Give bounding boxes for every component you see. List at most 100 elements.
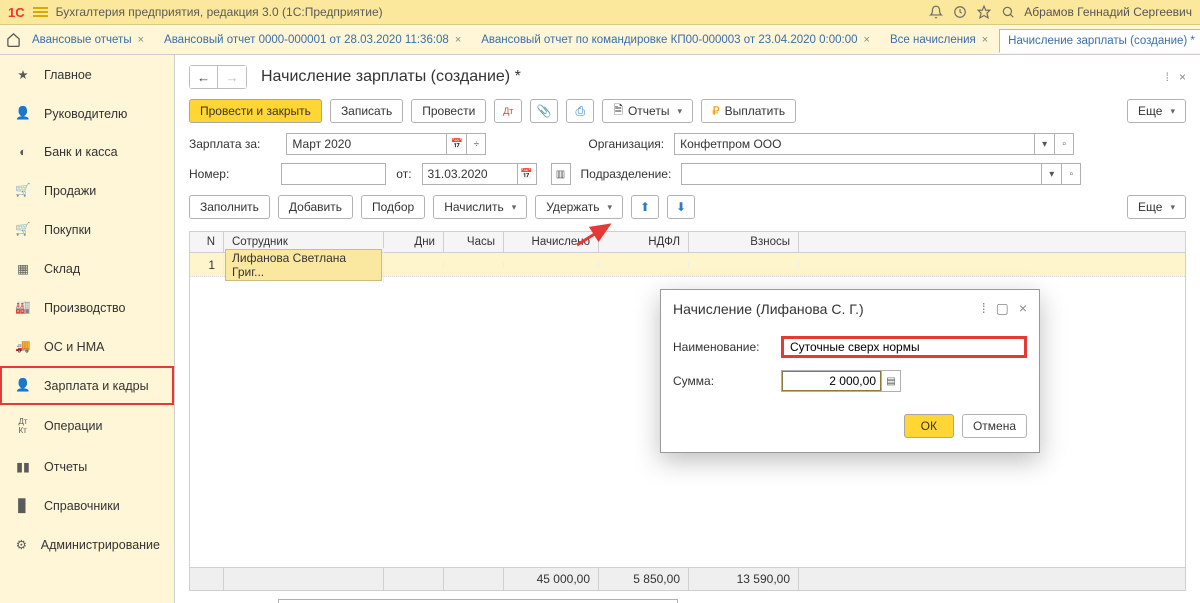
kebab-icon[interactable]: ⁞: [1166, 70, 1169, 84]
attach-button[interactable]: 📎: [530, 99, 558, 123]
doc-icon: 🗎: [613, 101, 623, 122]
sidebar-item-reports[interactable]: ▮▮Отчеты: [0, 447, 174, 486]
post-and-close-button[interactable]: Провести и закрыть: [189, 99, 322, 123]
dialog-sum-label: Сумма:: [673, 374, 771, 388]
bell-icon[interactable]: [928, 4, 944, 20]
date-input[interactable]: 31.03.2020: [422, 163, 517, 185]
col-hours[interactable]: Часы: [444, 232, 504, 252]
dkkt-icon: ДтКт: [14, 417, 32, 435]
accrue-button[interactable]: Начислить: [433, 195, 527, 219]
calendar-icon[interactable]: 📅: [446, 133, 466, 155]
more-button[interactable]: Еще: [1127, 99, 1186, 123]
comment-input[interactable]: [278, 599, 678, 603]
movements-button[interactable]: Дт: [494, 99, 522, 123]
hamburger-icon[interactable]: [33, 7, 48, 17]
gear-icon: ⚙: [14, 537, 29, 552]
history-icon[interactable]: [952, 4, 968, 20]
sidebar-item-directory[interactable]: ▊Справочники: [0, 486, 174, 525]
logo-1c: 1C: [8, 5, 25, 20]
accrual-dialog: Начисление (Лифанова С. Г.) ⁞ ▢ × Наимен…: [660, 289, 1040, 453]
truck-icon: 🚚: [14, 339, 32, 354]
tab-salary-accrual[interactable]: Начисление зарплаты (создание) *×: [999, 29, 1200, 53]
factory-icon: 🏭: [14, 300, 32, 315]
nav-sidebar: ★Главное 👤Руководителю ◐Банк и касса 🛒Пр…: [0, 55, 175, 603]
close-page-icon[interactable]: ×: [1179, 70, 1186, 84]
dialog-sum-input[interactable]: [781, 370, 881, 392]
col-ndfl[interactable]: НДФЛ: [599, 232, 689, 252]
star-solid-icon: ★: [14, 67, 32, 82]
open-ref-icon[interactable]: ▫: [1054, 133, 1074, 155]
table-footer: 45 000,00 5 850,00 13 590,00: [190, 567, 1185, 590]
sidebar-item-manager[interactable]: 👤Руководителю: [0, 94, 174, 133]
salary-period-input[interactable]: Март 2020: [286, 133, 446, 155]
main-pane: ← → Начисление зарплаты (создание) * ⁞ ×…: [175, 55, 1200, 603]
dialog-ok-button[interactable]: ОК: [904, 414, 954, 438]
period-stepper[interactable]: ÷: [466, 133, 486, 155]
tab-close-icon[interactable]: ×: [864, 34, 870, 46]
sidebar-item-bank[interactable]: ◐Банк и касса: [0, 133, 174, 171]
select-button[interactable]: Подбор: [361, 195, 425, 219]
dropdown-icon[interactable]: ▾: [1034, 133, 1054, 155]
forward-button[interactable]: →: [218, 66, 246, 88]
add-button[interactable]: Добавить: [278, 195, 353, 219]
dialog-close-icon[interactable]: ×: [1019, 300, 1027, 317]
cart-icon: 🛒: [14, 183, 32, 198]
fill-button[interactable]: Заполнить: [189, 195, 270, 219]
dialog-cancel-button[interactable]: Отмена: [962, 414, 1027, 438]
number-input[interactable]: [281, 163, 386, 185]
tab-close-icon[interactable]: ×: [982, 34, 988, 46]
calendar-icon[interactable]: 📅: [517, 163, 537, 185]
book-icon: ▊: [14, 498, 32, 513]
save-button[interactable]: Записать: [330, 99, 403, 123]
sidebar-item-admin[interactable]: ⚙Администрирование: [0, 525, 174, 564]
pay-button[interactable]: ₽Выплатить: [701, 99, 796, 123]
post-button[interactable]: Провести: [411, 99, 486, 123]
move-down-button[interactable]: ⬇: [667, 195, 695, 219]
coin-icon: ◐: [14, 145, 32, 159]
current-user[interactable]: Абрамов Геннадий Сергеевич: [1024, 5, 1192, 19]
dialog-name-input[interactable]: [781, 336, 1027, 358]
tab-advance-reports[interactable]: Авансовые отчеты×: [23, 28, 153, 52]
more-button-2[interactable]: Еще: [1127, 195, 1186, 219]
employee-cell[interactable]: Лифанова Светлана Григ...: [225, 249, 382, 281]
document-tabs: Авансовые отчеты× Авансовый отчет 0000-0…: [0, 25, 1200, 55]
sidebar-item-os[interactable]: 🚚ОС и НМА: [0, 327, 174, 366]
tab-advance-report-1[interactable]: Авансовый отчет 0000-000001 от 28.03.202…: [155, 28, 470, 52]
tab-close-icon[interactable]: ×: [455, 34, 461, 46]
create-based-button[interactable]: ⎙: [566, 99, 594, 123]
home-icon[interactable]: [6, 30, 21, 50]
unknown-icon[interactable]: ▥: [551, 163, 571, 185]
withhold-button[interactable]: Удержать: [535, 195, 623, 219]
sidebar-item-sales[interactable]: 🛒Продажи: [0, 171, 174, 210]
tab-close-icon[interactable]: ×: [138, 34, 144, 46]
move-up-button[interactable]: ⬆: [631, 195, 659, 219]
dialog-kebab-icon[interactable]: ⁞: [982, 300, 986, 317]
boxes-icon: ▦: [14, 261, 32, 276]
search-icon[interactable]: [1000, 4, 1016, 20]
col-accrued[interactable]: Начислено: [504, 232, 599, 252]
col-days[interactable]: Дни: [384, 232, 444, 252]
org-input[interactable]: Конфетпром ООО: [674, 133, 1034, 155]
table-row[interactable]: 1 Лифанова Светлана Григ...: [190, 253, 1185, 277]
sidebar-item-production[interactable]: 🏭Производство: [0, 288, 174, 327]
sidebar-item-main[interactable]: ★Главное: [0, 55, 174, 94]
dept-input[interactable]: [681, 163, 1041, 185]
dialog-restore-icon[interactable]: ▢: [996, 300, 1009, 317]
date-from-label: от:: [396, 167, 411, 181]
nav-history: ← →: [189, 65, 247, 89]
number-label: Номер:: [189, 167, 229, 181]
calc-icon[interactable]: ▤: [881, 370, 901, 392]
back-button[interactable]: ←: [190, 66, 218, 88]
dropdown-icon[interactable]: ▾: [1041, 163, 1061, 185]
tab-trip-advance[interactable]: Авансовый отчет по командировке КП00-000…: [472, 28, 879, 52]
sidebar-item-purchases[interactable]: 🛒Покупки: [0, 210, 174, 249]
sidebar-item-payroll[interactable]: 👤Зарплата и кадры: [0, 366, 174, 405]
reports-button[interactable]: 🗎Отчеты: [602, 99, 693, 123]
col-contributions[interactable]: Взносы: [689, 232, 799, 252]
star-icon[interactable]: [976, 4, 992, 20]
col-n[interactable]: N: [190, 232, 224, 252]
open-ref-icon[interactable]: ▫: [1061, 163, 1081, 185]
sidebar-item-stock[interactable]: ▦Склад: [0, 249, 174, 288]
tab-all-accruals[interactable]: Все начисления×: [881, 28, 997, 52]
sidebar-item-operations[interactable]: ДтКтОперации: [0, 405, 174, 447]
